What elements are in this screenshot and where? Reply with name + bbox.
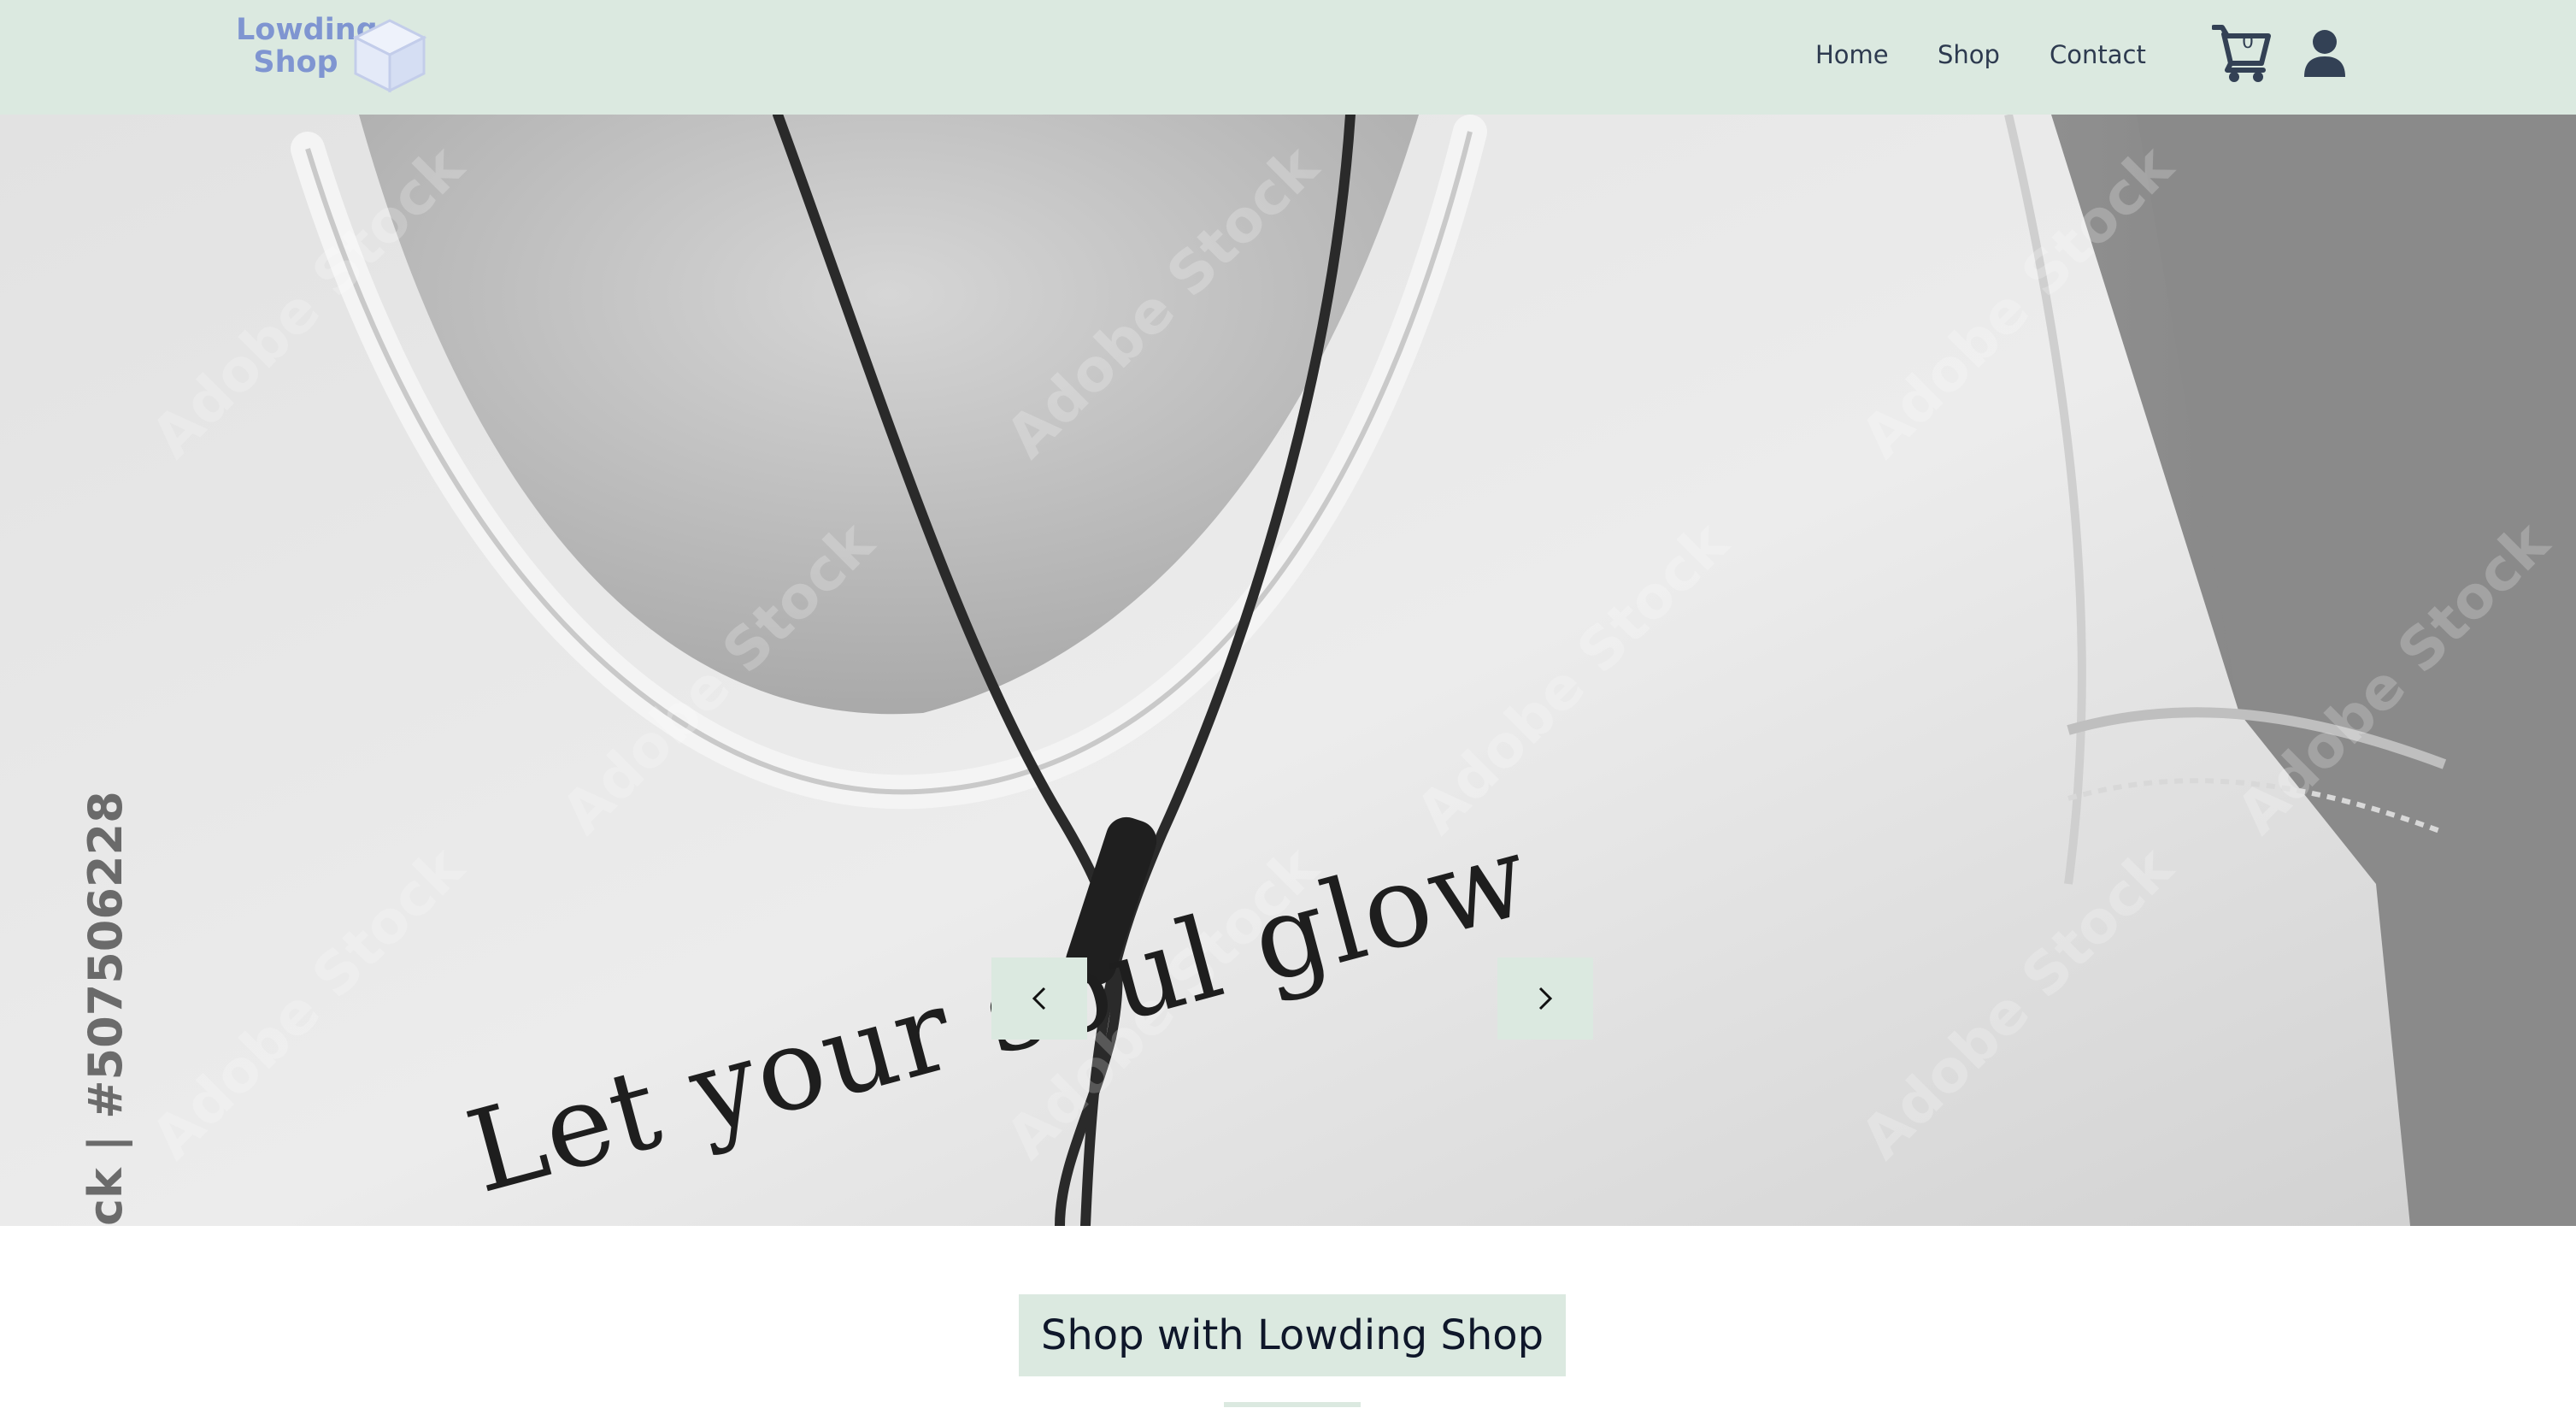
stock-id-text: ck | #507506228 (79, 791, 132, 1226)
cart-button[interactable]: 0 (2211, 22, 2272, 84)
user-icon (2304, 30, 2345, 77)
site-header: Lowding Shop Home Shop Contact 0 (0, 0, 2576, 115)
chevron-left-icon (1032, 987, 1046, 1010)
nav-home-link[interactable]: Home (1815, 38, 1889, 72)
account-button[interactable] (2303, 29, 2347, 77)
nav-contact-link[interactable]: Contact (2050, 38, 2146, 72)
carousel-next-button[interactable] (1497, 957, 1593, 1040)
chevron-right-icon (1538, 987, 1553, 1010)
logo-line-1: Lowding (236, 13, 378, 47)
box-icon (352, 19, 427, 93)
shop-cta-button[interactable]: Shop with Lowding Shop (1019, 1294, 1566, 1376)
cart-count-badge: 0 (2242, 32, 2254, 53)
carousel-prev-button[interactable] (991, 957, 1087, 1040)
logo-text: Lowding Shop (236, 13, 378, 80)
hero-image (0, 115, 2576, 1226)
hero-banner: Adobe Stock Adobe Stock Adobe Stock Adob… (0, 115, 2576, 1226)
nav-shop-link[interactable]: Shop (1938, 38, 2000, 72)
logo-line-2: Shop (253, 45, 338, 80)
logo[interactable]: Lowding Shop (236, 14, 441, 96)
cta-underline (1224, 1402, 1361, 1407)
